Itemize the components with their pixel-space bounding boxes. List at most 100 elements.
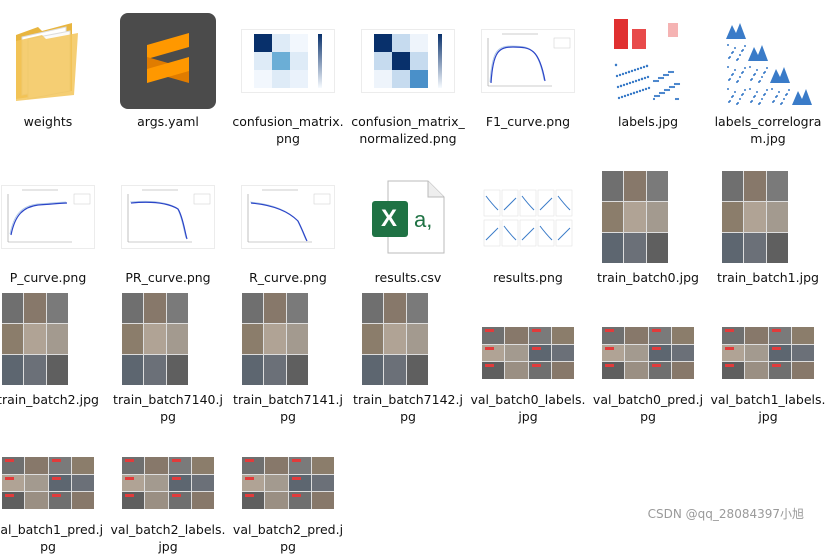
- file-name: results.png: [493, 270, 563, 285]
- image-mosaic: [602, 170, 668, 263]
- file-item-vb0l[interactable]: val_batch0_labels.jpg: [468, 286, 588, 424]
- correlogram-icon: [726, 22, 812, 105]
- image-mosaic: [362, 292, 428, 385]
- folder-icon: [16, 22, 78, 101]
- watermark: CSDN @qq_28084397小旭: [647, 507, 804, 521]
- excel-icon-letter: X: [381, 204, 398, 232]
- excel-icon-suffix: a,: [414, 206, 433, 232]
- file-thumbnail: [348, 286, 468, 391]
- file-name: val_batch2_labels.jpg: [110, 522, 226, 554]
- file-item-tb7141[interactable]: train_batch7141.jpg: [228, 286, 348, 424]
- file-name: train_batch7142.jpg: [353, 392, 463, 424]
- batch-image: [242, 292, 334, 385]
- file-item-tb2[interactable]: train_batch2.jpg: [0, 286, 108, 407]
- file-item-labels[interactable]: labels.jpg: [588, 8, 708, 129]
- val-batch-image: [2, 457, 94, 509]
- val-batch-image: [122, 457, 214, 509]
- file-item-rescsv[interactable]: X a, results.csv: [348, 164, 468, 285]
- file-item-tb0[interactable]: train_batch0.jpg: [588, 164, 708, 285]
- file-name: val_batch2_pred.jpg: [232, 522, 344, 554]
- file-thumbnail: [108, 164, 228, 269]
- curve-plot-icon: [122, 185, 214, 246]
- file-thumbnail: [348, 8, 468, 113]
- image-mosaic: [722, 327, 814, 379]
- file-thumbnail: [468, 164, 588, 269]
- curve-plot-icon: [242, 185, 334, 246]
- file-name: train_batch1.jpg: [717, 270, 819, 285]
- file-thumbnail: [468, 8, 588, 113]
- file-name: val_batch0_labels.jpg: [470, 392, 586, 424]
- image-mosaic: [2, 457, 94, 509]
- file-item-f1[interactable]: F1_curve.png: [468, 8, 588, 129]
- val-batch-image: [242, 457, 334, 509]
- file-thumbnail: [0, 164, 108, 269]
- image-mosaic: [122, 457, 214, 509]
- file-item-vb1l[interactable]: val_batch1_labels.jpg: [708, 286, 826, 424]
- file-name: P_curve.png: [9, 270, 87, 285]
- file-thumbnail: [108, 8, 228, 113]
- file-thumbnail: [228, 164, 348, 269]
- file-name: labels.jpg: [617, 114, 679, 129]
- file-name: args.yaml: [137, 114, 199, 129]
- file-item-weights[interactable]: weights: [0, 8, 108, 129]
- image-mosaic: [242, 457, 334, 509]
- val-batch-image: [482, 327, 574, 379]
- image-mosaic: [2, 292, 68, 385]
- image-mosaic: [242, 292, 308, 385]
- file-item-vb1p[interactable]: val_batch1_pred.jpg: [0, 416, 108, 554]
- val-batch-image: [602, 327, 694, 379]
- image-mosaic: [722, 170, 788, 263]
- file-item-tb7142[interactable]: train_batch7142.jpg: [348, 286, 468, 424]
- file-thumbnail: [588, 8, 708, 113]
- file-thumbnail: X a,: [348, 164, 468, 269]
- file-name: weights: [23, 114, 73, 129]
- confusion-matrix-icon: [242, 29, 334, 92]
- file-thumbnail: [0, 8, 108, 113]
- labels-chart-icon: [614, 18, 681, 100]
- file-name: labels_correlogram.jpg: [714, 114, 822, 146]
- batch-image: [602, 170, 694, 263]
- file-item-tb1[interactable]: train_batch1.jpg: [708, 164, 826, 285]
- image-mosaic: [602, 327, 694, 379]
- file-thumbnail: [228, 416, 348, 521]
- file-name: train_batch2.jpg: [0, 392, 99, 407]
- batch-image: [362, 292, 454, 385]
- file-thumbnail: [108, 416, 228, 521]
- file-thumbnail: [228, 286, 348, 391]
- sublime-text-icon: [120, 12, 216, 109]
- file-item-args[interactable]: args.yaml: [108, 8, 228, 129]
- file-thumbnail: [588, 164, 708, 269]
- file-name: R_curve.png: [249, 270, 327, 285]
- file-name: results.csv: [374, 270, 442, 285]
- file-thumbnail: [108, 286, 228, 391]
- file-item-vb2l[interactable]: val_batch2_labels.jpg: [108, 416, 228, 554]
- file-thumbnail: [708, 164, 826, 269]
- image-mosaic: [122, 292, 188, 385]
- file-thumbnail: [0, 416, 108, 521]
- file-name: val_batch1_pred.jpg: [0, 522, 104, 554]
- file-thumbnail: [0, 286, 108, 391]
- file-thumbnail: [588, 286, 708, 391]
- file-item-cmn[interactable]: confusion_matrix_normalized.png: [348, 8, 468, 146]
- file-item-tb7140[interactable]: train_batch7140.jpg: [108, 286, 228, 424]
- file-name: PR_curve.png: [125, 270, 211, 285]
- file-item-vb0p[interactable]: val_batch0_pred.jpg: [588, 286, 708, 424]
- file-thumbnail: [708, 8, 826, 113]
- batch-image: [722, 170, 814, 263]
- results-plot-icon: [483, 189, 573, 246]
- curve-plot-icon: [2, 185, 94, 246]
- file-name: val_batch1_labels.jpg: [710, 392, 826, 424]
- excel-file-icon: X a,: [368, 177, 448, 257]
- curve-plot-icon: [482, 29, 574, 90]
- file-item-pr[interactable]: PR_curve.png: [108, 164, 228, 285]
- file-item-vb2p[interactable]: val_batch2_pred.jpg: [228, 416, 348, 554]
- file-item-p[interactable]: P_curve.png: [0, 164, 108, 285]
- file-item-respng[interactable]: results.png: [468, 164, 588, 285]
- file-item-cm[interactable]: confusion_matrix.png: [228, 8, 348, 146]
- file-thumbnail: [708, 286, 826, 391]
- file-name: confusion_matrix.png: [232, 114, 344, 146]
- file-item-r[interactable]: R_curve.png: [228, 164, 348, 285]
- file-item-labcor[interactable]: labels_correlogram.jpg: [708, 8, 826, 146]
- file-name: F1_curve.png: [485, 114, 571, 129]
- file-thumbnail: [228, 8, 348, 113]
